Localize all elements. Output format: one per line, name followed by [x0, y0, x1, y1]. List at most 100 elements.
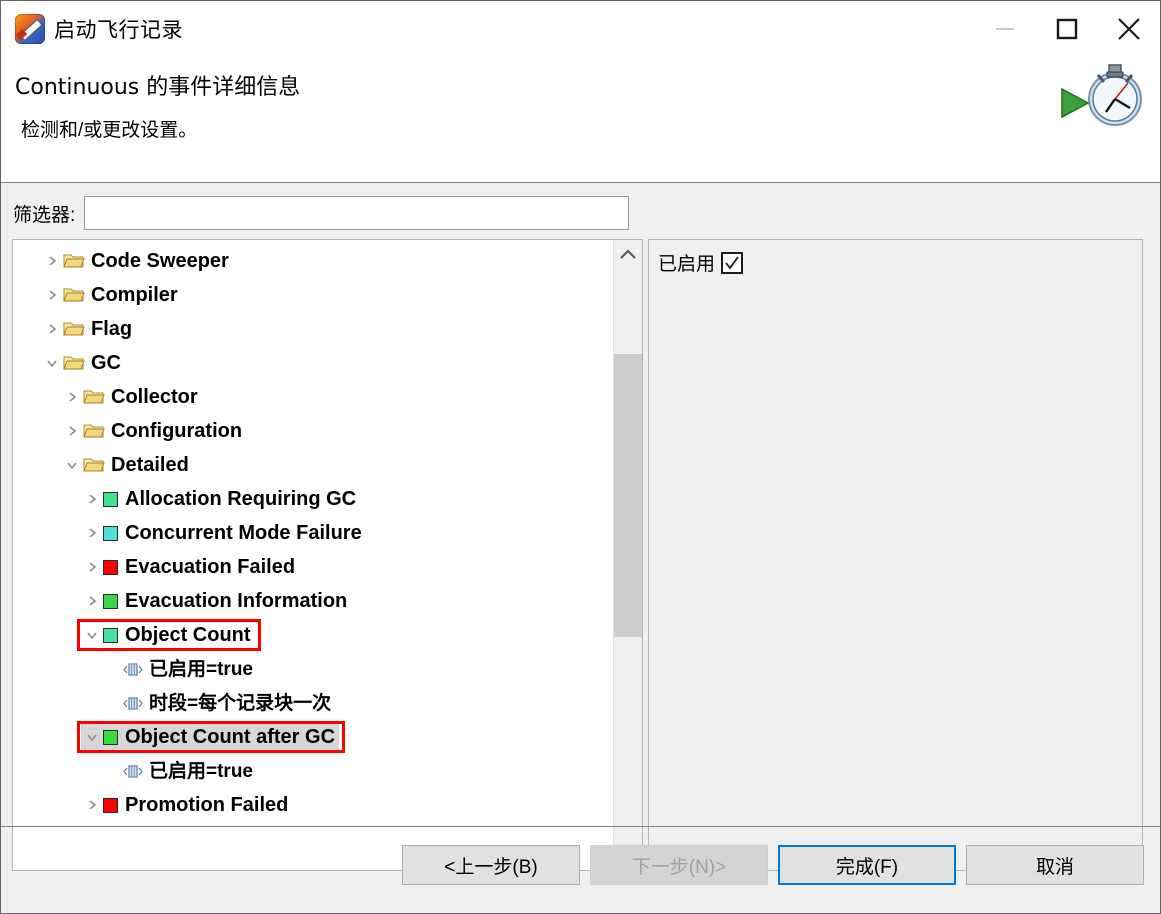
page-subtitle: 检测和/或更改设置。: [21, 120, 198, 141]
tree-vertical-scrollbar[interactable]: [613, 240, 642, 870]
tree-row[interactable]: 已启用=true: [13, 754, 613, 788]
dialog-buttons: <上一步(B) 下一步(N)> 完成(F) 取消: [402, 845, 1144, 885]
chevron-right-icon[interactable]: [61, 425, 83, 437]
tree-item-label: Detailed: [111, 454, 189, 476]
property-icon: [123, 695, 143, 711]
tree-item-label: Concurrent Mode Failure: [125, 522, 362, 544]
folder-icon: [63, 286, 85, 304]
event-tree-panel: Code Sweeper Compiler Flag GC Collector Confi…: [12, 239, 643, 871]
folder-icon: [83, 456, 105, 474]
chevron-down-icon[interactable]: [41, 357, 63, 369]
tree-row-inner[interactable]: Concurrent Mode Failure: [81, 518, 366, 548]
tree-row[interactable]: Compiler: [13, 278, 613, 312]
event-color-swatch: [103, 729, 118, 745]
tree-row-inner[interactable]: Code Sweeper: [41, 246, 233, 276]
tree-row-inner[interactable]: 时段=每个记录块一次: [101, 688, 335, 718]
scroll-up-button[interactable]: [614, 240, 642, 270]
chevron-down-icon[interactable]: [61, 459, 83, 471]
window-controls: [974, 1, 1160, 57]
chevron-right-icon[interactable]: [41, 255, 63, 267]
tree-row-inner[interactable]: GC: [41, 348, 125, 378]
tree-row-inner[interactable]: 已启用=true: [101, 654, 257, 684]
chevron-right-icon[interactable]: [41, 323, 63, 335]
event-color-swatch: [103, 797, 118, 813]
chevron-down-icon[interactable]: [81, 629, 103, 641]
tree-row-inner[interactable]: Detailed: [61, 450, 193, 480]
chevron-right-icon[interactable]: [81, 595, 103, 607]
tree-row[interactable]: 时段=每个记录块一次: [13, 686, 613, 720]
chevron-right-icon[interactable]: [41, 289, 63, 301]
tree-row-inner[interactable]: 已启用=true: [101, 756, 257, 786]
tree-row[interactable]: Object Count: [13, 618, 613, 652]
tree-row-inner[interactable]: Compiler: [41, 280, 182, 310]
event-tree[interactable]: Code Sweeper Compiler Flag GC Collector Confi…: [13, 240, 613, 822]
chevron-right-icon[interactable]: [61, 391, 83, 403]
event-detail-panel: 已启用: [648, 239, 1143, 871]
tree-row[interactable]: Concurrent Mode Failure: [13, 516, 613, 550]
chevron-right-icon[interactable]: [81, 799, 103, 811]
close-button[interactable]: [1098, 1, 1160, 57]
tree-item-label: GC: [91, 352, 121, 374]
event-color-swatch: [103, 525, 118, 541]
tree-item-label: Configuration: [111, 420, 243, 442]
tree-item-label: Collector: [111, 386, 198, 408]
tree-row[interactable]: Evacuation Failed: [13, 550, 613, 584]
tree-row[interactable]: Promotion Failed: [13, 788, 613, 822]
tree-item-label: Object Count after GC: [125, 726, 336, 748]
tree-row-inner[interactable]: Flag: [41, 314, 136, 344]
stopwatch-play-icon: [1058, 59, 1150, 131]
folder-icon: [83, 388, 105, 406]
tree-item-label: Code Sweeper: [91, 250, 229, 272]
tree-row[interactable]: Collector: [13, 380, 613, 414]
chevron-right-icon[interactable]: [81, 493, 103, 505]
minimize-button[interactable]: [974, 1, 1036, 57]
tree-item-label: 已启用=true: [149, 658, 253, 680]
enabled-checkbox[interactable]: [721, 251, 744, 274]
tree-row[interactable]: Allocation Requiring GC: [13, 482, 613, 516]
tree-row-inner[interactable]: Object Count after GC: [81, 722, 340, 752]
tree-row-inner[interactable]: Promotion Failed: [81, 790, 292, 820]
maximize-button[interactable]: [1036, 1, 1098, 57]
folder-icon: [63, 320, 85, 338]
tree-row[interactable]: Object Count after GC: [13, 720, 613, 754]
enabled-setting-row[interactable]: 已启用: [658, 249, 744, 276]
tree-row[interactable]: Configuration: [13, 414, 613, 448]
tree-item-label: 时段=每个记录块一次: [149, 692, 332, 714]
tree-row[interactable]: Detailed: [13, 448, 613, 482]
finish-button[interactable]: 完成(F): [778, 845, 956, 885]
content-panels: Code Sweeper Compiler Flag GC Collector Confi…: [12, 239, 1143, 871]
tree-item-label: Evacuation Failed: [125, 556, 296, 578]
event-color-swatch: [103, 559, 118, 575]
enabled-label: 已启用: [658, 254, 716, 275]
scrollbar-thumb[interactable]: [614, 354, 642, 637]
tree-row-inner[interactable]: Object Count: [81, 620, 255, 650]
tree-row[interactable]: GC: [13, 346, 613, 380]
folder-icon: [63, 252, 85, 270]
tree-row-inner[interactable]: Collector: [61, 382, 202, 412]
back-button[interactable]: <上一步(B): [402, 845, 580, 885]
tree-row[interactable]: Evacuation Information: [13, 584, 613, 618]
tree-row-inner[interactable]: Configuration: [61, 416, 246, 446]
chevron-down-icon[interactable]: [81, 731, 103, 743]
tree-row[interactable]: 已启用=true: [13, 652, 613, 686]
title-bar: 启动飞行记录: [1, 1, 1160, 57]
tree-row-inner[interactable]: Evacuation Failed: [81, 552, 299, 582]
filter-input[interactable]: [84, 196, 630, 230]
cancel-button[interactable]: 取消: [966, 845, 1144, 885]
tree-item-label: Allocation Requiring GC: [125, 488, 357, 510]
dialog-body: 筛选器: Code Sweeper Compiler Flag GC Collector…: [1, 183, 1160, 913]
tree-item-label: Promotion Failed: [125, 794, 289, 816]
dialog-window: 启动飞行记录 Continuous 的事件详细信息 检测和/或更改设置。 筛选器…: [0, 0, 1161, 914]
tree-row[interactable]: Flag: [13, 312, 613, 346]
dialog-header: Continuous 的事件详细信息 检测和/或更改设置。: [1, 57, 1160, 183]
tree-row[interactable]: Code Sweeper: [13, 244, 613, 278]
tree-row-inner[interactable]: Allocation Requiring GC: [81, 484, 360, 514]
tree-item-label: Object Count: [125, 624, 251, 646]
tree-row-inner[interactable]: Evacuation Information: [81, 586, 351, 616]
property-icon: [123, 763, 143, 779]
chevron-right-icon[interactable]: [81, 561, 103, 573]
chevron-right-icon[interactable]: [81, 527, 103, 539]
event-color-swatch: [103, 491, 118, 507]
tree-item-label: Evacuation Information: [125, 590, 348, 612]
filter-row: 筛选器:: [1, 195, 1160, 231]
